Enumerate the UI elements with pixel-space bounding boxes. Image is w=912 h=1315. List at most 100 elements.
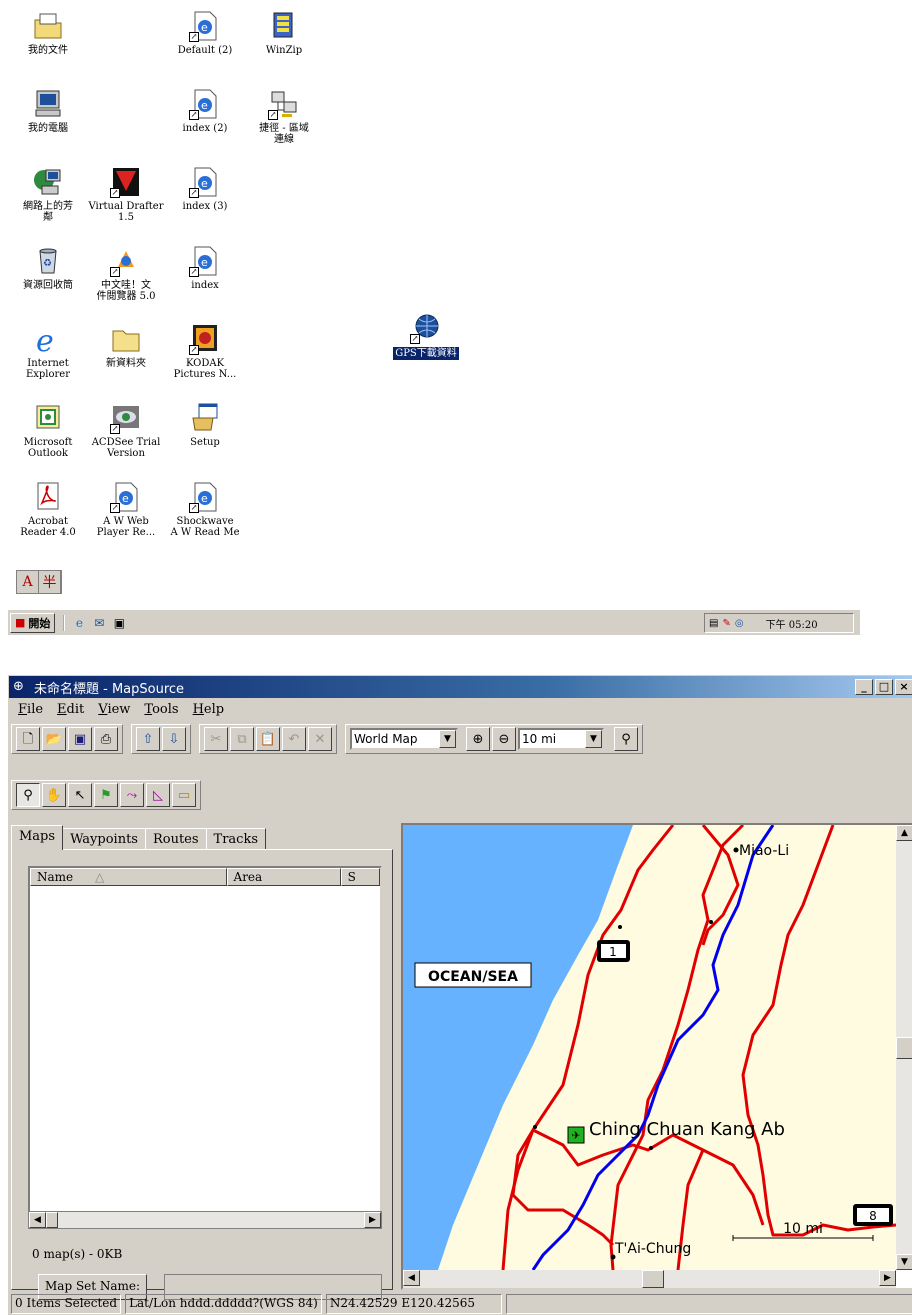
ime-halfwidth-button[interactable]: 半 — [39, 571, 61, 593]
waypoint-flag-icon[interactable]: ⚑ — [94, 783, 118, 807]
menu-tools[interactable]: Tools — [137, 702, 185, 717]
scroll-right-icon[interactable]: ▶ — [879, 1270, 896, 1286]
desktop-icon-winzip[interactable]: WinZip — [244, 10, 324, 56]
zoom-tool-icon[interactable]: ⚲ — [16, 783, 40, 807]
desktop-icon-acdsee[interactable]: ↗ ACDSee Trial Version — [86, 402, 166, 459]
column-header-area[interactable]: Area — [226, 868, 341, 886]
scroll-thumb[interactable] — [896, 1037, 912, 1059]
save-icon[interactable]: ▣ — [68, 727, 92, 751]
map-vertical-scrollbar[interactable]: ▲ ▼ — [896, 825, 912, 1270]
column-header-size[interactable]: S — [340, 868, 380, 886]
chevron-down-icon[interactable]: ▼ — [585, 730, 602, 748]
airport-icon: ✈ — [567, 1126, 585, 1144]
menu-file[interactable]: File — [11, 702, 50, 717]
paste-icon[interactable]: 📋 — [256, 727, 280, 751]
maps-list[interactable]: Name △ Area S — [28, 866, 382, 1216]
undo-icon[interactable]: ↶ — [282, 727, 306, 751]
map-canvas[interactable]: 1 8 ✈ OCEAN/SEA Miao-Li Ching Chuan Kang… — [403, 825, 896, 1270]
tab-routes[interactable]: Routes — [144, 828, 207, 850]
mapsource-app-icon: ⊕ — [13, 679, 24, 694]
junction-dot — [649, 1146, 653, 1150]
zoom-out-icon[interactable]: ⊖ — [492, 727, 516, 751]
list-horizontal-scrollbar[interactable]: ◀ ▶ — [28, 1211, 382, 1229]
ime-alpha-button[interactable]: A — [17, 571, 39, 593]
chevron-down-icon[interactable]: ▼ — [439, 730, 456, 748]
find-binoculars-icon[interactable]: ⚲ — [614, 727, 638, 751]
desktop-icon-index2[interactable]: e ↗ index (2) — [165, 88, 245, 134]
tab-waypoints[interactable]: Waypoints — [62, 828, 146, 850]
place-label-ching-chuan-kang: Ching Chuan Kang Ab — [589, 1119, 785, 1140]
scroll-down-icon[interactable]: ▼ — [896, 1254, 912, 1270]
zoom-in-icon[interactable]: ⊕ — [466, 727, 490, 751]
desktop-icon-acrobat[interactable]: Acrobat Reader 4.0 — [8, 481, 88, 538]
print-icon[interactable]: ⎙ — [94, 727, 118, 751]
desktop-icon-outlook[interactable]: Microsoft Outlook — [8, 402, 88, 459]
desktop-icon-my-computer[interactable]: 我的電腦 — [8, 88, 88, 134]
desktop-icon-shockwave[interactable]: e ↗ Shockwave A W Read Me — [165, 481, 245, 538]
ie-document-icon: e ↗ — [189, 481, 221, 513]
title-bar[interactable]: ⊕ 未命名標題 - MapSource _ □ × — [9, 676, 912, 698]
minimize-button[interactable]: _ — [855, 679, 873, 695]
scroll-right-icon[interactable]: ▶ — [364, 1212, 381, 1228]
desktop-icon-network[interactable]: 網路上的芳 鄰 — [8, 166, 88, 223]
edit-tray-icon[interactable]: ✎ — [722, 618, 730, 629]
delete-icon[interactable]: ✕ — [308, 727, 332, 751]
network-tray-icon[interactable]: ▤ — [709, 618, 718, 629]
desktop-icon-awweb[interactable]: e ↗ A W Web Player Re... — [86, 481, 166, 538]
zoom-scale-select[interactable]: 10 mi ▼ — [518, 728, 604, 750]
desktop-icon-my-documents[interactable]: 我的文件 — [8, 10, 88, 56]
menu-view[interactable]: View — [91, 702, 137, 717]
open-folder-icon[interactable]: 📂 — [42, 727, 66, 751]
copy-icon[interactable]: ⧉ — [230, 727, 254, 751]
menu-edit[interactable]: Edit — [50, 702, 91, 717]
acrobat-icon — [32, 481, 64, 513]
desktop-icon-kodak[interactable]: ↗ KODAK Pictures N... — [165, 323, 245, 380]
desktop-icon-setup[interactable]: Setup — [165, 402, 245, 448]
svg-text:e: e — [201, 21, 208, 34]
desktop-icon-dialup[interactable]: ↗ 捷徑 - 區域 連線 — [244, 88, 324, 145]
desktop-icon-internet-explorer[interactable]: e Internet Explorer — [8, 323, 88, 380]
map-product-select[interactable]: World Map ▼ — [350, 728, 458, 750]
hand-pan-icon[interactable]: ✋ — [42, 783, 66, 807]
scroll-left-icon[interactable]: ◀ — [29, 1212, 46, 1228]
track-tool-icon[interactable]: ◺ — [146, 783, 170, 807]
distance-ruler-icon[interactable]: ▭ — [172, 783, 196, 807]
internet-explorer-icon[interactable]: e — [71, 615, 87, 631]
maximize-button[interactable]: □ — [875, 679, 893, 695]
scroll-thumb[interactable] — [46, 1212, 58, 1228]
selection-arrow-icon[interactable]: ↖ — [68, 783, 92, 807]
new-file-icon[interactable]: 🗋 — [16, 727, 40, 751]
desktop-icon-index3[interactable]: e ↗ index (3) — [165, 166, 245, 212]
ie-document-icon: e ↗ — [189, 88, 221, 120]
desktop-icon-virtual-drafter[interactable]: ↗ Virtual Drafter 1.5 — [86, 166, 166, 223]
folder-icon — [110, 323, 142, 355]
cut-icon[interactable]: ✂ — [204, 727, 228, 751]
scroll-left-icon[interactable]: ◀ — [403, 1270, 420, 1286]
close-button[interactable]: × — [895, 679, 912, 695]
scroll-up-icon[interactable]: ▲ — [896, 825, 912, 841]
scroll-thumb[interactable] — [642, 1270, 664, 1288]
menu-help[interactable]: Help — [186, 702, 232, 717]
desktop-icon-new-folder[interactable]: 新資料夾 — [86, 323, 166, 369]
route-8-shield: 8 — [853, 1204, 893, 1226]
antivirus-tray-icon[interactable]: ◎ — [735, 618, 744, 629]
tab-tracks[interactable]: Tracks — [205, 828, 267, 850]
start-button[interactable]: ■ 開始 — [10, 612, 56, 633]
desktop-icon-gps[interactable]: ↗ GPS下載資料 — [386, 312, 466, 361]
tab-maps[interactable]: Maps — [11, 825, 64, 850]
desktop-icon-default2[interactable]: e ↗ Default (2) — [165, 10, 245, 56]
desktop-icon-recycle-bin[interactable]: ♻ 資源回收筒 — [8, 245, 88, 291]
column-header-name[interactable]: Name △ — [30, 868, 227, 886]
outlook-express-icon[interactable]: ✉ — [91, 615, 107, 631]
map-view[interactable]: 1 8 ✈ OCEAN/SEA Miao-Li Ching Chuan Kang… — [401, 823, 912, 1290]
download-from-device-icon[interactable]: ⇩ — [162, 727, 186, 751]
ie-document-icon: e ↗ — [110, 481, 142, 513]
upload-to-device-icon[interactable]: ⇧ — [136, 727, 160, 751]
show-desktop-icon[interactable]: ▣ — [111, 615, 127, 631]
internet-explorer-icon: e — [32, 323, 64, 359]
clock[interactable]: 下午 05:20 — [766, 616, 818, 631]
desktop-icon-index[interactable]: e ↗ index — [165, 245, 245, 291]
desktop-icon-cviewer[interactable]: ↗ 中文哇！文 件閱覽器 5.0 — [86, 245, 166, 302]
map-horizontal-scrollbar[interactable]: ◀ ▶ — [403, 1270, 896, 1288]
route-tool-icon[interactable]: ⤳ — [120, 783, 144, 807]
